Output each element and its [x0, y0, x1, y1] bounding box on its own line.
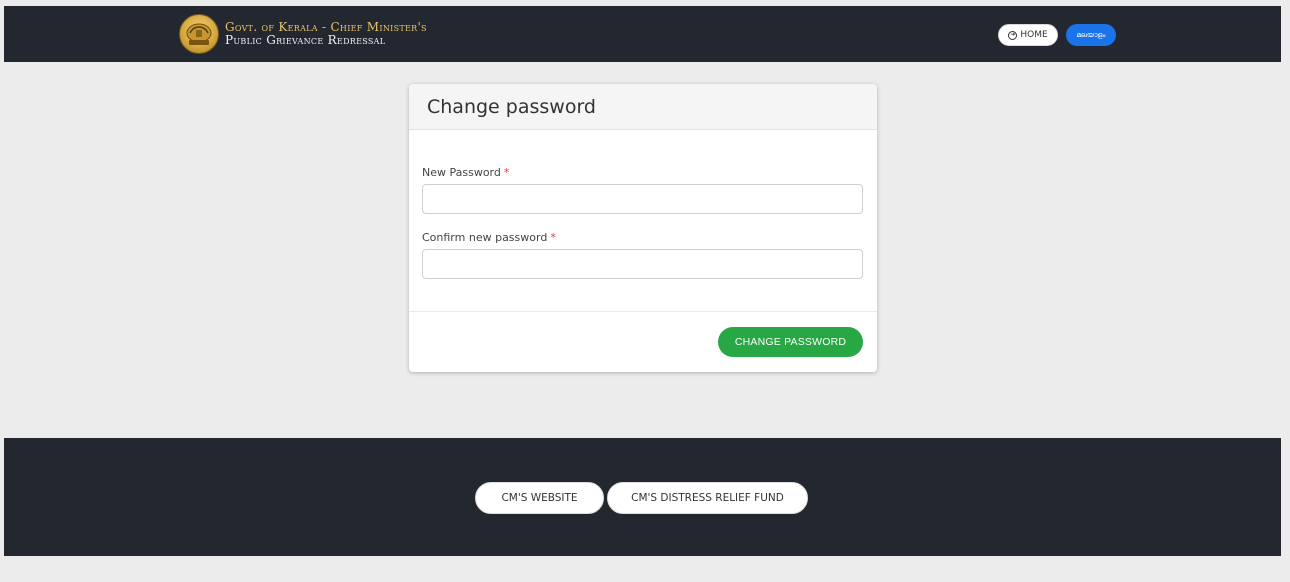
brand-subtitle: Public Grievance Redressal — [225, 33, 386, 47]
card-header: Change password — [409, 84, 877, 130]
page-footer: CM'S WEBSITE CM'S DISTRESS RELIEF FUND — [4, 438, 1281, 556]
circle-arrow-icon: ➜ — [1008, 30, 1018, 40]
card-body: New Password * Confirm new password * — [409, 130, 877, 312]
language-toggle-button[interactable]: മലയാളം — [1066, 24, 1116, 46]
home-label: HOME — [1020, 30, 1048, 40]
required-mark: * — [550, 231, 556, 244]
kerala-emblem-icon — [179, 14, 219, 54]
required-mark: * — [503, 166, 510, 179]
page-frame: Govt. of Kerala - Chief Minister's Publi… — [4, 6, 1281, 582]
confirm-password-label: Confirm new password * — [422, 231, 556, 244]
card-title: Change password — [427, 95, 596, 118]
new-password-input[interactable] — [422, 184, 863, 214]
cm-website-button[interactable]: CM'S WEBSITE — [475, 482, 604, 514]
confirm-password-input[interactable] — [422, 249, 863, 279]
change-password-card: Change password New Password * Confirm ne… — [409, 84, 877, 372]
change-password-button[interactable]: CHANGE PASSWORD — [718, 327, 863, 357]
home-button[interactable]: ➜ HOME — [998, 24, 1058, 46]
scrollbar[interactable] — [1281, 6, 1290, 582]
card-footer: CHANGE PASSWORD — [409, 312, 877, 372]
top-header: Govt. of Kerala - Chief Minister's Publi… — [4, 6, 1281, 62]
new-password-label: New Password * — [422, 166, 509, 179]
confirm-password-label-text: Confirm new password — [422, 231, 548, 244]
site-brand[interactable]: Govt. of Kerala - Chief Minister's Publi… — [179, 14, 427, 54]
distress-relief-fund-button[interactable]: CM'S DISTRESS RELIEF FUND — [607, 482, 808, 514]
new-password-label-text: New Password — [422, 166, 501, 179]
language-label: മലയാളം — [1076, 30, 1106, 39]
